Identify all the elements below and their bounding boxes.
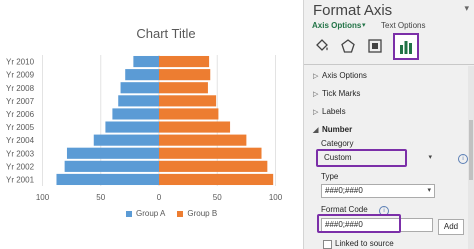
category-highlight xyxy=(316,149,407,167)
x-tick-label: 0 xyxy=(157,193,162,202)
bar-group-b[interactable] xyxy=(159,95,217,107)
bar-group-a[interactable] xyxy=(133,55,159,68)
chart-area[interactable]: Chart Title Yr 2001 Yr 2002 Yr 2003 Yr 2004… xyxy=(0,0,303,249)
bar-group-a[interactable] xyxy=(105,121,159,133)
format-code-highlight xyxy=(317,214,401,233)
category-tick-label: Yr 2004 xyxy=(6,136,35,145)
category-tick-label: Yr 2006 xyxy=(6,110,35,119)
bar-group-a[interactable] xyxy=(66,147,159,159)
tab-text-options[interactable]: Text Options xyxy=(381,21,425,30)
bar-group-b[interactable] xyxy=(159,121,231,133)
size-properties-icon[interactable] xyxy=(366,37,384,55)
category-tick-label: Yr 2008 xyxy=(6,84,35,93)
category-tick-label: Yr 2001 xyxy=(6,175,35,184)
tab-axis-options[interactable]: Axis Options xyxy=(312,21,361,30)
linked-to-source-label: Linked to source xyxy=(335,239,394,248)
format-code-label: Format Code xyxy=(321,205,368,214)
category-tick-label: Yr 2002 xyxy=(6,162,35,171)
pane-options-chevron-icon[interactable]: ▾ xyxy=(464,3,469,14)
tab-axis-options-dropdown-icon[interactable]: ▾ xyxy=(362,21,366,29)
bar-group-b[interactable] xyxy=(159,147,262,159)
bar-group-b[interactable] xyxy=(159,160,268,172)
pane-title: Format Axis xyxy=(313,2,393,19)
section-number[interactable]: ◢ Number xyxy=(313,125,352,134)
chart-legend[interactable]: Group A Group B xyxy=(126,209,217,218)
chart-title[interactable]: Chart Title xyxy=(136,26,195,41)
section-labels[interactable]: ▷ Labels xyxy=(313,107,346,116)
expand-arrow-icon: ▷ xyxy=(313,91,319,98)
axis-options-bar-chart-icon[interactable] xyxy=(393,33,419,60)
collapse-arrow-icon: ◢ xyxy=(313,127,319,134)
type-dropdown[interactable]: ###0;###0 ▾ xyxy=(321,184,435,198)
category-tick-label: Yr 2009 xyxy=(6,71,35,80)
x-tick-label: 50 xyxy=(96,193,105,202)
chevron-down-icon: ▾ xyxy=(428,154,432,161)
bar-group-a[interactable] xyxy=(112,108,159,120)
legend-label-group-b: Group B xyxy=(187,209,218,218)
expand-arrow-icon: ▷ xyxy=(313,73,319,80)
bar-group-a[interactable] xyxy=(64,160,159,172)
bar-group-b[interactable] xyxy=(159,82,208,94)
fill-line-icon[interactable] xyxy=(313,37,331,55)
bar-group-b[interactable] xyxy=(159,69,211,81)
format-axis-pane: Format Axis ▾ Axis Options ▾ Text Option… xyxy=(303,0,474,249)
linked-to-source-checkbox[interactable] xyxy=(323,240,332,249)
expand-arrow-icon: ▷ xyxy=(313,109,319,116)
legend-label-group-a: Group A xyxy=(136,209,166,218)
info-icon[interactable]: i xyxy=(458,154,468,164)
bar-group-b[interactable] xyxy=(159,173,274,186)
category-tick-label: Yr 2003 xyxy=(6,149,35,158)
bar-group-a[interactable] xyxy=(120,82,159,94)
x-tick-label: 50 xyxy=(213,193,222,202)
bar-group-b[interactable] xyxy=(159,134,247,146)
bar-group-a[interactable] xyxy=(118,95,159,107)
bar-group-a[interactable] xyxy=(125,69,159,81)
section-axis-options[interactable]: ▷ Axis Options xyxy=(313,71,367,80)
x-tick-label: 100 xyxy=(269,193,283,202)
category-label: Category xyxy=(321,139,354,148)
category-tick-label: Yr 2005 xyxy=(6,123,35,132)
type-label: Type xyxy=(321,172,339,181)
bar-group-b[interactable] xyxy=(159,108,219,120)
bar-group-a[interactable] xyxy=(56,173,160,186)
effects-pentagon-icon[interactable] xyxy=(339,37,357,55)
pane-scroll-thumb[interactable] xyxy=(469,120,473,180)
x-tick-label: 100 xyxy=(36,193,50,202)
tab-divider xyxy=(304,64,474,65)
add-button[interactable]: Add xyxy=(438,219,464,235)
legend-swatch-group-b xyxy=(177,210,184,217)
bar-group-b[interactable] xyxy=(159,55,210,68)
legend-swatch-group-a xyxy=(126,210,132,217)
category-tick-label: Yr 2010 xyxy=(6,58,35,67)
category-tick-label: Yr 2007 xyxy=(6,97,35,106)
chevron-down-icon: ▾ xyxy=(427,187,431,194)
bar-group-a[interactable] xyxy=(93,134,159,146)
section-tick-marks[interactable]: ▷ Tick Marks xyxy=(313,89,360,98)
